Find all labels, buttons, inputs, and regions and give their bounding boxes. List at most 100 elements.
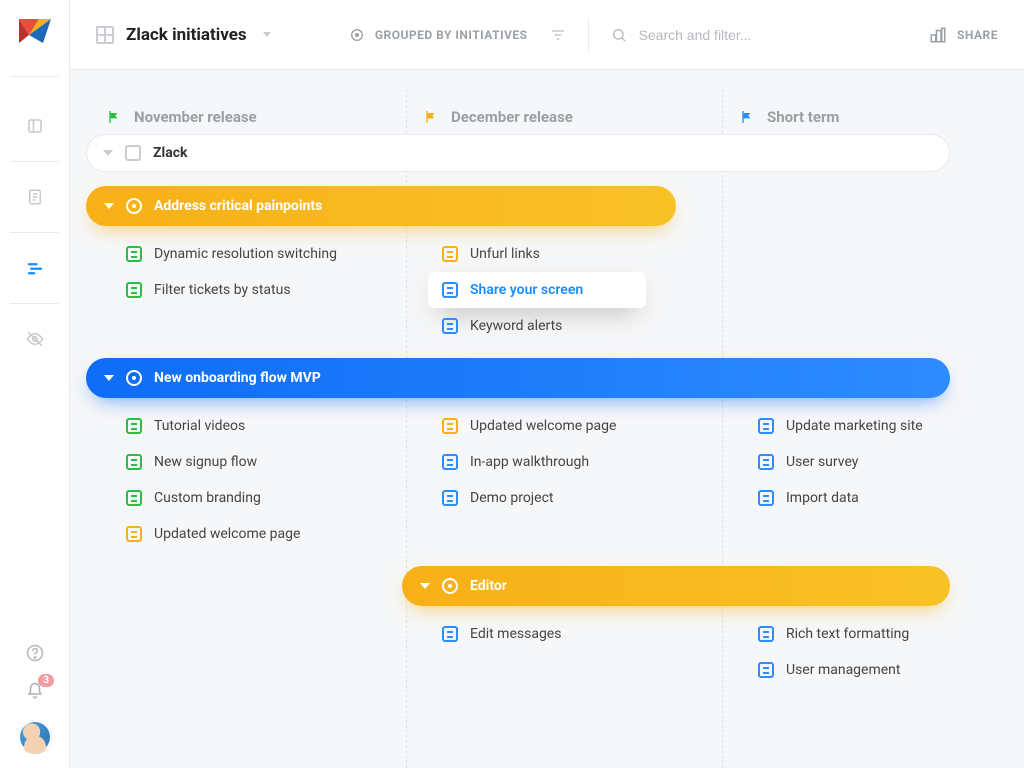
task-label: Update marketing site (786, 418, 923, 434)
epic-tasks: Dynamic resolution switching Filter ticke… (86, 236, 1024, 344)
task-item[interactable]: Filter tickets by status (126, 272, 402, 308)
rail-divider (10, 303, 59, 304)
flag-icon (739, 109, 755, 125)
board: November release December release Short … (70, 70, 1024, 768)
task-item[interactable]: Rich text formatting (758, 616, 1024, 652)
target-icon (442, 578, 458, 594)
task-item[interactable]: Tutorial videos (126, 408, 402, 444)
board-icon (26, 117, 44, 135)
task-item[interactable]: Updated welcome page (126, 516, 402, 552)
task-label: Updated welcome page (154, 526, 300, 542)
target-icon (349, 27, 365, 43)
task-item[interactable]: Edit messages (442, 616, 718, 652)
search-input[interactable] (639, 27, 799, 43)
help-button[interactable] (26, 644, 44, 666)
chevron-down-icon (104, 375, 114, 381)
doc-icon (758, 626, 774, 642)
column-title: November release (134, 108, 257, 126)
doc-icon (442, 418, 458, 434)
nav-item-timeline[interactable] (0, 239, 70, 297)
help-icon (26, 644, 44, 662)
task-item[interactable]: Demo project (442, 480, 718, 516)
nav-group (0, 83, 69, 368)
task-label: New signup flow (154, 454, 257, 470)
doc-icon (126, 246, 142, 262)
notifications-button[interactable]: 3 (26, 682, 44, 704)
task-item[interactable]: Keyword alerts (442, 308, 718, 344)
avatar[interactable] (18, 720, 52, 754)
task-column: Dynamic resolution switching Filter ticke… (86, 236, 402, 344)
project-label: Zlack (153, 145, 187, 161)
share-icon (929, 26, 947, 44)
timeline-icon (26, 259, 44, 277)
task-item[interactable]: Import data (758, 480, 1024, 516)
rail-divider (10, 76, 59, 77)
epic-tasks: Tutorial videos New signup flow Custom bra… (86, 408, 1024, 552)
doc-icon (442, 490, 458, 506)
epic-tasks: Edit messagesRich text formattingUser ma… (86, 616, 1024, 688)
filter-icon[interactable] (550, 27, 566, 43)
board-title-dropdown[interactable]: Zlack initiatives (96, 25, 271, 45)
epic-pill[interactable]: Editor (402, 566, 950, 606)
epic-pill[interactable]: Address critical painpoints (86, 186, 676, 226)
doc-icon (442, 246, 458, 262)
document-icon (26, 188, 44, 206)
doc-icon (758, 418, 774, 434)
task-item[interactable]: Custom branding (126, 480, 402, 516)
nav-item-vision[interactable] (0, 310, 70, 368)
group-by-button[interactable]: GROUPED BY INITIATIVES (349, 27, 528, 43)
task-item[interactable]: Share your screen (428, 272, 646, 308)
epic-label: Editor (470, 578, 507, 594)
group-by-label: GROUPED BY INITIATIVES (375, 28, 528, 42)
task-item[interactable]: Updated welcome page (442, 408, 718, 444)
doc-icon (442, 454, 458, 470)
task-column (718, 236, 1024, 344)
chevron-down-icon (420, 583, 430, 589)
chevron-down-icon (104, 203, 114, 209)
doc-icon (126, 490, 142, 506)
task-label: Keyword alerts (470, 318, 562, 334)
task-item[interactable]: Update marketing site (758, 408, 1024, 444)
task-label: Tutorial videos (154, 418, 245, 434)
task-item[interactable]: User survey (758, 444, 1024, 480)
task-column: Tutorial videos New signup flow Custom bra… (86, 408, 402, 552)
task-item[interactable]: In-app walkthrough (442, 444, 718, 480)
board-content: Zlack Address critical painpoints Dynamic… (86, 134, 1024, 688)
nav-item-board[interactable] (0, 97, 70, 155)
logo[interactable] (0, 0, 70, 70)
flag-icon (423, 109, 439, 125)
search-box[interactable] (611, 27, 799, 43)
doc-icon (758, 454, 774, 470)
project-row[interactable]: Zlack (86, 134, 950, 172)
task-label: Filter tickets by status (154, 282, 291, 298)
flag-icon (106, 109, 122, 125)
task-item[interactable]: Dynamic resolution switching (126, 236, 402, 272)
share-button[interactable]: SHARE (929, 26, 998, 44)
task-column: Updated welcome page In-app walkthrough De… (402, 408, 718, 552)
epic-pill[interactable]: New onboarding flow MVP (86, 358, 950, 398)
task-label: Import data (786, 490, 859, 506)
project-icon (125, 145, 141, 161)
rail-divider (10, 232, 59, 233)
task-item[interactable]: New signup flow (126, 444, 402, 480)
caret-down-icon (263, 32, 271, 37)
board-title: Zlack initiatives (126, 25, 247, 45)
epic-label: New onboarding flow MVP (154, 370, 321, 386)
doc-icon (442, 318, 458, 334)
task-label: In-app walkthrough (470, 454, 589, 470)
task-column (86, 616, 402, 688)
task-label: Updated welcome page (470, 418, 616, 434)
task-column: Rich text formattingUser management (718, 616, 1024, 688)
task-column: Edit messages (402, 616, 718, 688)
chevron-down-icon (103, 150, 113, 156)
epic-label: Address critical painpoints (154, 198, 322, 214)
nav-item-docs[interactable] (0, 168, 70, 226)
task-label: Custom branding (154, 490, 261, 506)
doc-icon (442, 282, 458, 298)
task-label: Unfurl links (470, 246, 540, 262)
task-item[interactable]: User management (758, 652, 1024, 688)
doc-icon (126, 454, 142, 470)
grid-icon (96, 26, 114, 44)
task-item[interactable]: Unfurl links (442, 236, 718, 272)
topbar: Zlack initiatives GROUPED BY INITIATIVES… (70, 0, 1024, 70)
